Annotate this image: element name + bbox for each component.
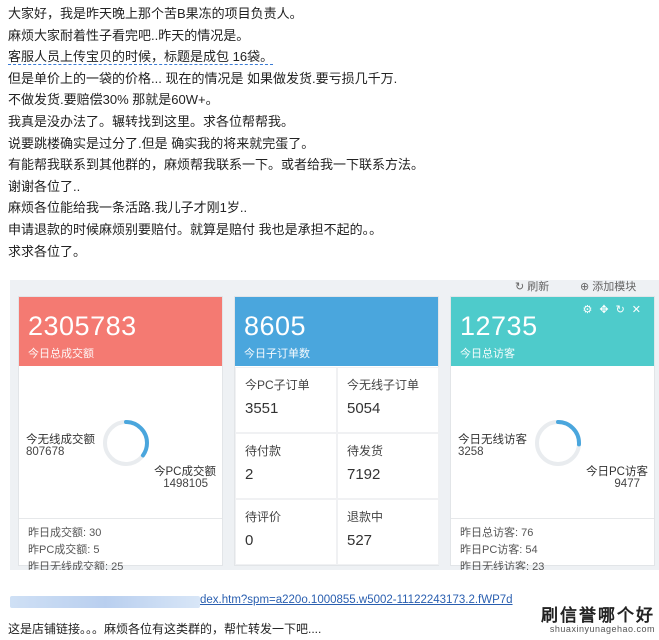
- wireless-visitors-value: 3258: [458, 446, 484, 458]
- bottom-text: 这是店铺链接。。。麻烦各位有这类群的，帮忙转发一下吧....: [8, 622, 322, 636]
- watermark-brand-text: 刷信誉哪个好: [541, 606, 655, 626]
- post-line: 我真是没办法了。辗转找到这里。求各位帮帮我。: [8, 113, 295, 129]
- dashboard-toolbar: ↻ 刷新 ⊕ 添加模块: [10, 280, 659, 296]
- yesterday-pc-visitors: 昨日PC访客: 54: [460, 544, 538, 556]
- order-cell-label: 待评价: [245, 510, 282, 524]
- order-cell-label: 待发货: [347, 444, 384, 458]
- add-module-button[interactable]: ⊕ 添加模块: [580, 280, 636, 294]
- visitors-footer: 昨日总访客: 76 昨日PC访客: 54 昨日无线访客: 23: [451, 518, 654, 570]
- wireless-sales-label: 今无线成交额: [26, 434, 95, 446]
- total-visitors-value: 12735: [460, 311, 538, 341]
- order-cell-value: 7192: [347, 466, 381, 483]
- pc-visitors-label: 今日PC访客: [586, 466, 648, 478]
- post-line: 麻烦各位能给我一条活路.我儿子才刚1岁..: [8, 200, 248, 216]
- sales-footer: 昨日成交额: 30 昨PC成交额: 5 昨日无线成交额: 25: [19, 518, 222, 570]
- visitors-card: ⚙✥↻✕ 12735 今日总访客 今日无线访客 3258 今日PC访客 9477…: [450, 296, 655, 570]
- post-line: 申请退款的时候麻烦别要赔付。就算是赔付 我也是承担不起的。。: [8, 221, 383, 237]
- order-cell: 待付款 2: [235, 433, 337, 499]
- order-cell: 待发货 7192: [337, 433, 439, 499]
- yesterday-wireless-visitors: 昨日无线访客: 23: [460, 561, 545, 570]
- visitors-card-header: ⚙✥↻✕ 12735 今日总访客: [451, 297, 654, 366]
- pc-sales-value: 1498105: [163, 478, 208, 490]
- dashboard-screenshot: ↻ 刷新 ⊕ 添加模块 2305783 今日总成交额 今无线成交额 807678…: [10, 280, 659, 570]
- visitors-ring-chart: [535, 420, 581, 466]
- sales-breakdown: 今无线成交额 807678 今PC成交额 1498105: [19, 367, 222, 497]
- add-module-label: 添加模块: [592, 281, 637, 293]
- order-cell-value: 3551: [245, 400, 279, 417]
- order-cell-label: 今PC子订单: [245, 378, 310, 392]
- order-cell-label: 待付款: [245, 444, 282, 458]
- pc-visitors-value: 9477: [614, 478, 640, 490]
- order-cell-value: 0: [245, 532, 254, 549]
- order-cell: 待评价 0: [235, 499, 337, 565]
- order-cell: 今PC子订单 3551: [235, 367, 337, 433]
- sub-orders-value: 8605: [244, 311, 307, 341]
- yesterday-wireless-sales: 昨日无线成交额: 25: [28, 561, 124, 570]
- post-line: 但是单价上的一袋的价格... 现在的情况是 如果做发货.要亏损几千万.: [8, 70, 398, 86]
- total-visitors-label: 今日总访客: [460, 348, 515, 360]
- sales-card: 2305783 今日总成交额 今无线成交额 807678 今PC成交额 1498…: [18, 296, 223, 570]
- order-cell: 退款中 527: [337, 499, 439, 565]
- orders-card: 8605 今日子订单数 今PC子订单 3551 今无线子订单 5054 待付款 …: [234, 296, 439, 566]
- orders-grid: 今PC子订单 3551 今无线子订单 5054 待付款 2 待发货 7192 待…: [235, 367, 439, 565]
- refresh-icon[interactable]: ↻: [616, 304, 632, 316]
- yesterday-sales: 昨日成交额: 30: [28, 527, 102, 539]
- wireless-visitors-label: 今日无线访客: [458, 434, 527, 446]
- sales-ring-chart: [103, 420, 149, 466]
- total-sales-label: 今日总成交额: [28, 348, 94, 360]
- card-tools: ⚙✥↻✕: [582, 303, 648, 316]
- total-sales-value: 2305783: [28, 311, 137, 341]
- post-line: 说要跳楼确实是过分了.但是 确实我的将来就完蛋了。: [8, 135, 315, 151]
- close-icon[interactable]: ✕: [632, 304, 648, 316]
- sales-card-header: 2305783 今日总成交额: [19, 297, 222, 366]
- post-body: 大家好，我是昨天晚上那个苦B果冻的项目负责人。 麻烦大家耐着性子看完吧..昨天的…: [8, 3, 648, 262]
- blurred-url: [10, 596, 200, 608]
- order-cell-label: 退款中: [347, 510, 384, 524]
- post-line: 谢谢各位了..: [8, 178, 81, 194]
- post-line-text: 客服人员上传宝贝的时候，标题是成包 16袋。: [8, 49, 274, 66]
- yesterday-visitors: 昨日总访客: 76: [460, 527, 534, 539]
- shop-link[interactable]: dex.htm?spm=a220o.1000855.w5002-11122243…: [10, 594, 570, 610]
- orders-card-header: 8605 今日子订单数: [235, 297, 438, 366]
- post-line: 不做发货.要赔偿30% 那就是60W+。: [8, 92, 219, 108]
- shop-url[interactable]: dex.htm?spm=a220o.1000855.w5002-11122243…: [200, 594, 513, 606]
- refresh-button[interactable]: ↻ 刷新: [515, 280, 549, 294]
- sub-orders-label: 今日子订单数: [244, 348, 310, 360]
- post-line: 麻烦大家耐着性子看完吧..昨天的情况是。: [8, 27, 250, 43]
- order-cell: 今无线子订单 5054: [337, 367, 439, 433]
- post-line: 客服人员上传宝贝的时候，标题是成包 16袋。: [8, 46, 648, 68]
- visitors-breakdown: 今日无线访客 3258 今日PC访客 9477: [451, 367, 654, 497]
- order-cell-value: 5054: [347, 400, 381, 417]
- watermark: 刷信誉哪个好 shuaxinyunagehao.com: [541, 601, 655, 634]
- order-cell-label: 今无线子订单: [347, 378, 420, 392]
- watermark-site: shuaxinyunagehao.com: [549, 624, 655, 634]
- post-line: 求求各位了。: [8, 243, 87, 259]
- post-line: 有能帮我联系到其他群的，麻烦帮我联系一下。或者给我一下联系方法。: [8, 157, 425, 173]
- order-cell-value: 2: [245, 466, 254, 483]
- order-cell-value: 527: [347, 532, 373, 549]
- refresh-label: 刷新: [527, 281, 550, 293]
- pc-sales-label: 今PC成交额: [154, 466, 216, 478]
- wireless-sales-value: 807678: [26, 446, 65, 458]
- watermark-brand: 刷信誉哪个好: [541, 601, 655, 626]
- move-icon[interactable]: ✥: [599, 304, 615, 316]
- settings-icon[interactable]: ⚙: [582, 304, 599, 316]
- yesterday-pc-sales: 昨PC成交额: 5: [28, 544, 100, 556]
- post-line: 大家好，我是昨天晚上那个苦B果冻的项目负责人。: [8, 6, 303, 21]
